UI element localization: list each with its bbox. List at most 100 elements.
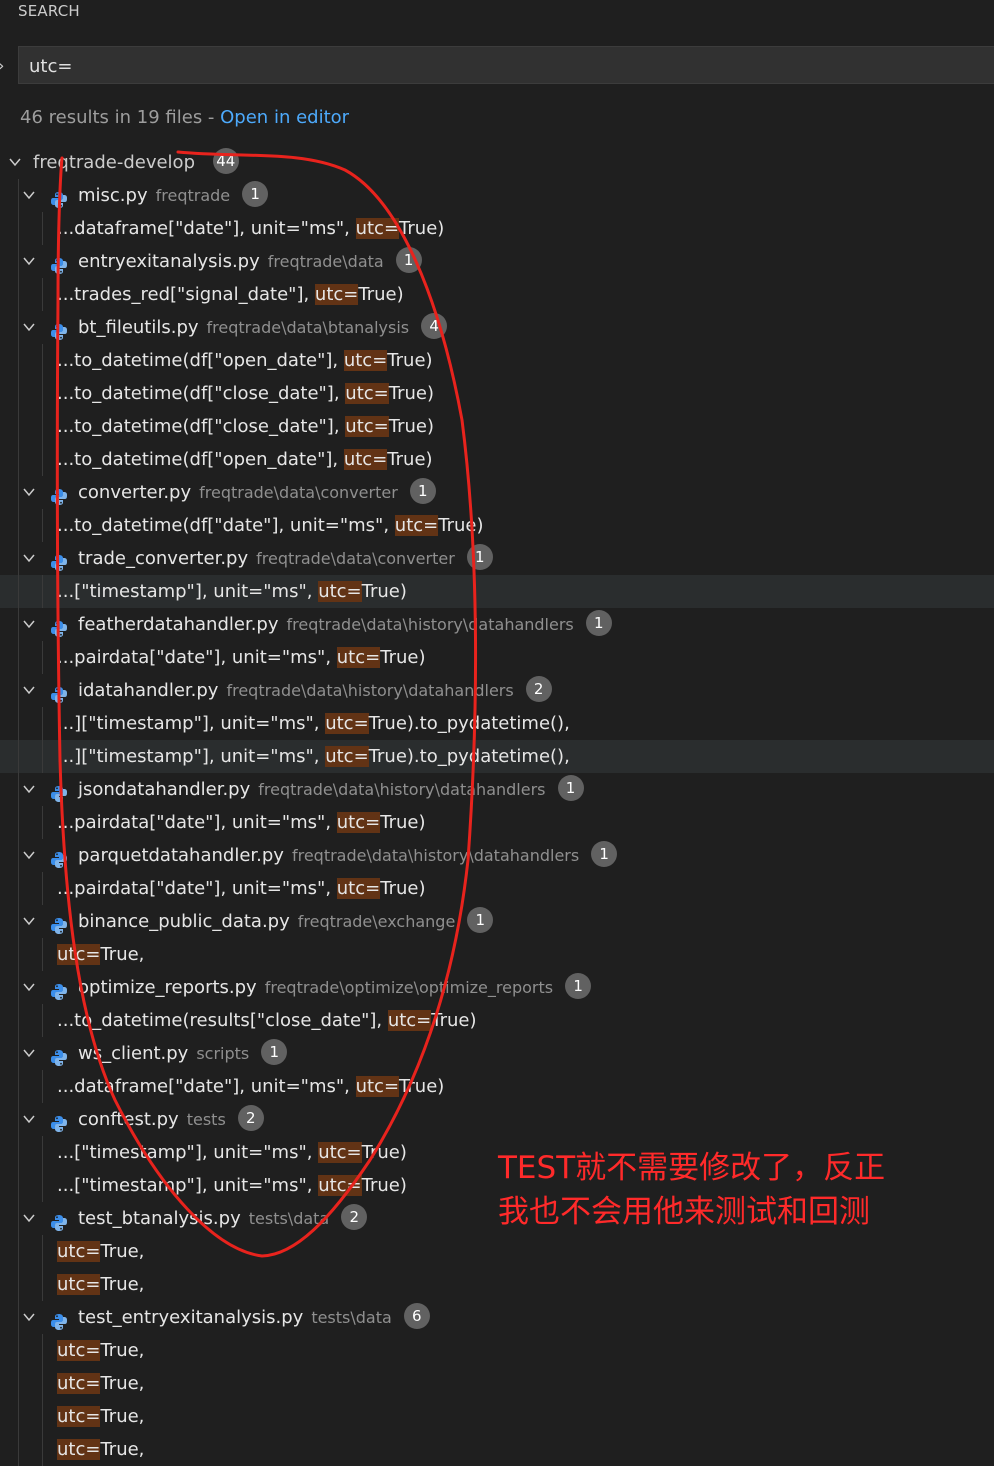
file-row[interactable]: binance_public_data.py freqtrade\exchange…: [0, 905, 994, 938]
match-text[interactable]: utc=True,: [57, 1433, 144, 1466]
match-row[interactable]: ...to_datetime(results["close_date"], ut…: [0, 1004, 994, 1037]
chevron-down-icon[interactable]: [20, 542, 38, 575]
file-row[interactable]: bt_fileutils.py freqtrade\data\btanalysis…: [0, 311, 994, 344]
match-row[interactable]: ...["timestamp"], unit="ms", utc=True): [0, 575, 994, 608]
match-text[interactable]: utc=True,: [57, 1334, 144, 1367]
file-path: tests\data: [248, 1209, 330, 1228]
match-row[interactable]: ...]["timestamp"], unit="ms", utc=True).…: [0, 707, 994, 740]
match-text[interactable]: ...pairdata["date"], unit="ms", utc=True…: [57, 872, 425, 905]
match-highlight: utc=: [336, 812, 381, 833]
match-text[interactable]: ...to_datetime(df["open_date"], utc=True…: [57, 443, 433, 476]
indent-guide: [18, 1169, 19, 1202]
file-row[interactable]: converter.py freqtrade\data\converter 1: [0, 476, 994, 509]
match-text[interactable]: ...]["timestamp"], unit="ms", utc=True).…: [57, 740, 570, 773]
chevron-down-icon[interactable]: [20, 245, 38, 278]
match-row[interactable]: utc=True,: [0, 1334, 994, 1367]
match-row[interactable]: ...]["timestamp"], unit="ms", utc=True).…: [0, 740, 994, 773]
match-text[interactable]: ...to_datetime(df["close_date"], utc=Tru…: [57, 410, 434, 443]
search-box[interactable]: [18, 46, 994, 85]
chevron-down-icon[interactable]: [20, 674, 38, 707]
match-row[interactable]: ...to_datetime(df["date"], unit="ms", ut…: [0, 509, 994, 542]
indent-guide: [18, 938, 19, 971]
match-row[interactable]: ...pairdata["date"], unit="ms", utc=True…: [0, 641, 994, 674]
file-row[interactable]: trade_converter.py freqtrade\data\convert…: [0, 542, 994, 575]
chevron-down-icon[interactable]: [20, 608, 38, 641]
match-count-badge: 1: [466, 544, 493, 570]
match-row[interactable]: ...to_datetime(df["close_date"], utc=Tru…: [0, 377, 994, 410]
match-text[interactable]: utc=True,: [57, 1268, 144, 1301]
chevron-down-icon[interactable]: [20, 476, 38, 509]
match-text[interactable]: utc=True,: [57, 1235, 144, 1268]
search-input[interactable]: [27, 47, 931, 85]
match-text[interactable]: ...pairdata["date"], unit="ms", utc=True…: [57, 806, 425, 839]
chevron-down-icon[interactable]: [20, 1103, 38, 1136]
match-row[interactable]: utc=True,: [0, 938, 994, 971]
chevron-down-icon[interactable]: [20, 179, 38, 212]
match-text[interactable]: ...dataframe["date"], unit="ms", utc=Tru…: [57, 1070, 444, 1103]
match-text[interactable]: ...]["timestamp"], unit="ms", utc=True).…: [57, 707, 570, 740]
match-row[interactable]: ...trades_red["signal_date"], utc=True): [0, 278, 994, 311]
indent-guide: [18, 806, 19, 839]
python-file-icon: [50, 319, 68, 340]
match-row[interactable]: ...to_datetime(df["open_date"], utc=True…: [0, 443, 994, 476]
match-prefix: ...trades_red["signal_date"],: [57, 284, 315, 305]
match-text[interactable]: ...to_datetime(df["open_date"], utc=True…: [57, 344, 433, 377]
match-text[interactable]: utc=True,: [57, 938, 144, 971]
match-count-badge: 1: [261, 1039, 288, 1065]
chevron-down-icon[interactable]: [20, 971, 38, 1004]
file-row[interactable]: jsondatahandler.py freqtrade\data\history…: [0, 773, 994, 806]
match-text[interactable]: utc=True,: [57, 1367, 144, 1400]
open-in-editor-link[interactable]: Open in editor: [220, 107, 349, 128]
match-text[interactable]: ...pairdata["date"], unit="ms", utc=True…: [57, 641, 425, 674]
match-text[interactable]: ...to_datetime(df["date"], unit="ms", ut…: [57, 509, 484, 542]
file-row[interactable]: test_entryexitanalysis.py tests\data 6: [0, 1301, 994, 1334]
match-text[interactable]: ...trades_red["signal_date"], utc=True): [57, 278, 404, 311]
indent-guide: [18, 179, 19, 212]
match-prefix: ...to_datetime(results["close_date"],: [57, 1010, 388, 1031]
file-row[interactable]: misc.py freqtrade 1: [0, 179, 994, 212]
tree-root-folder[interactable]: freqtrade-develop 44: [0, 146, 994, 179]
match-row[interactable]: ...to_datetime(df["open_date"], utc=True…: [0, 344, 994, 377]
file-row[interactable]: optimize_reports.py freqtrade\optimize\op…: [0, 971, 994, 1004]
chevron-down-icon[interactable]: [20, 905, 38, 938]
indent-guide: [18, 641, 19, 674]
chevron-down-icon[interactable]: [20, 1202, 38, 1235]
file-row[interactable]: featherdatahandler.py freqtrade\data\hist…: [0, 608, 994, 641]
indent-guide: [42, 278, 43, 311]
chevron-down-icon[interactable]: [20, 839, 38, 872]
match-row[interactable]: ...dataframe["date"], unit="ms", utc=Tru…: [0, 212, 994, 245]
match-row[interactable]: ...pairdata["date"], unit="ms", utc=True…: [0, 872, 994, 905]
indent-guide: [18, 476, 19, 509]
python-file-icon: [50, 484, 68, 505]
file-row[interactable]: conftest.py tests 2: [0, 1103, 994, 1136]
match-row[interactable]: utc=True,: [0, 1367, 994, 1400]
python-file-icon: [50, 1309, 68, 1330]
match-text[interactable]: ...["timestamp"], unit="ms", utc=True): [57, 1169, 407, 1202]
file-row[interactable]: parquetdatahandler.py freqtrade\data\hist…: [0, 839, 994, 872]
match-row[interactable]: utc=True,: [0, 1235, 994, 1268]
chevron-down-icon[interactable]: [20, 311, 38, 344]
match-text[interactable]: ...["timestamp"], unit="ms", utc=True): [57, 575, 407, 608]
file-row[interactable]: entryexitanalysis.py freqtrade\data 1: [0, 245, 994, 278]
match-text[interactable]: utc=True,: [57, 1400, 144, 1433]
chevron-down-icon[interactable]: [6, 146, 24, 179]
match-text[interactable]: ...to_datetime(results["close_date"], ut…: [57, 1004, 477, 1037]
match-row[interactable]: ...to_datetime(df["close_date"], utc=Tru…: [0, 410, 994, 443]
match-text[interactable]: ...["timestamp"], unit="ms", utc=True): [57, 1136, 407, 1169]
match-row[interactable]: ...pairdata["date"], unit="ms", utc=True…: [0, 806, 994, 839]
match-row[interactable]: ...dataframe["date"], unit="ms", utc=Tru…: [0, 1070, 994, 1103]
file-row[interactable]: ws_client.py scripts 1: [0, 1037, 994, 1070]
match-row[interactable]: utc=True,: [0, 1433, 994, 1466]
match-text[interactable]: ...to_datetime(df["close_date"], utc=Tru…: [57, 377, 434, 410]
indent-guide: [18, 575, 19, 608]
match-row[interactable]: utc=True,: [0, 1400, 994, 1433]
chevron-down-icon[interactable]: [20, 773, 38, 806]
match-row[interactable]: utc=True,: [0, 1268, 994, 1301]
match-text[interactable]: ...dataframe["date"], unit="ms", utc=Tru…: [57, 212, 444, 245]
match-highlight: utc=: [314, 284, 359, 305]
chevron-down-icon[interactable]: [20, 1301, 38, 1334]
file-row[interactable]: idatahandler.py freqtrade\data\history\da…: [0, 674, 994, 707]
chevron-down-icon[interactable]: [20, 1037, 38, 1070]
indent-guide: [18, 542, 19, 575]
toggle-replace-chevron-right-icon[interactable]: ›: [0, 52, 12, 80]
